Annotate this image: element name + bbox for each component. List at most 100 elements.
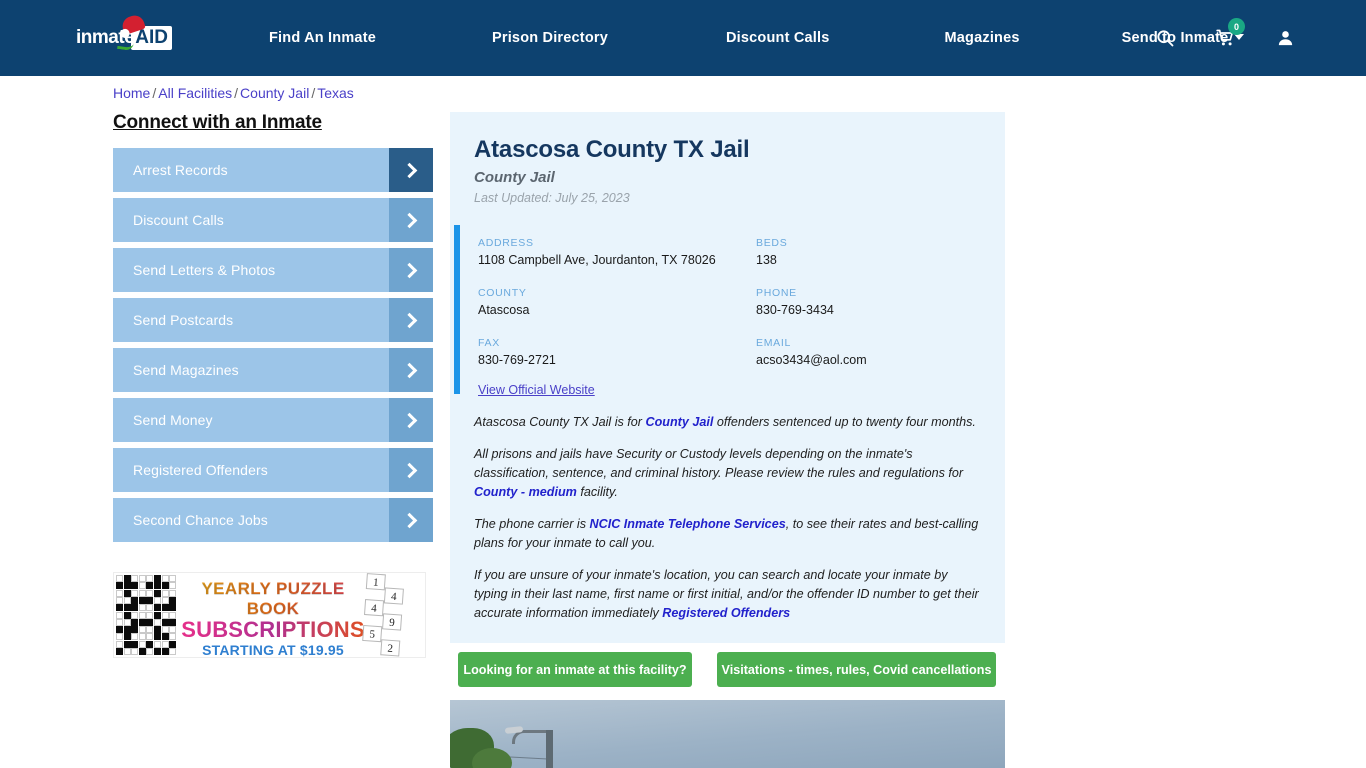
detail-value: 830-769-2721 [478,353,556,367]
description-paragraph: All prisons and jails have Security or C… [474,445,983,502]
ad-line-2: SUBSCRIPTIONS [178,617,368,643]
nav-item-prison-directory[interactable]: Prison Directory [492,30,608,46]
chevron-right-icon [389,298,433,342]
inline-link[interactable]: NCIC Inmate Telephone Services [590,517,786,531]
top-navbar: inmate AID Find An Inmate Prison Directo… [0,0,1366,76]
sidebar-item-send-postcards[interactable]: Send Postcards [113,298,433,342]
sidebar-item-discount-calls[interactable]: Discount Calls [113,198,433,242]
sidebar-item-label: Arrest Records [133,162,228,178]
nav-icon-group: 0 [1154,0,1296,76]
nav-item-magazines[interactable]: Magazines [945,30,1020,46]
breadcrumb: Home / All Facilities / County Jail / Texas [113,85,354,101]
sudoku-cell: 4 [364,599,385,617]
detail-beds: BEDS 138 [756,237,1005,267]
last-updated: Last Updated: July 25, 2023 [474,191,630,205]
chevron-right-icon [389,398,433,442]
sidebar-item-label: Send Postcards [133,312,234,328]
paragraph-text: facility. [576,485,618,499]
detail-label: FAX [478,337,500,349]
facility-type: County Jail [474,169,555,186]
detail-label: ADDRESS [478,237,534,249]
cart-count-badge: 0 [1228,18,1245,35]
ad-line-3: STARTING AT $19.95 [202,642,344,658]
chevron-right-icon [389,148,433,192]
search-icon[interactable] [1154,26,1176,50]
sudoku-grid-icon: 144952 [361,573,425,657]
detail-fax: FAX 830-769-2721 [478,337,756,367]
sidebar-item-send-magazines[interactable]: Send Magazines [113,348,433,392]
detail-county: COUNTY Atascosa [478,287,756,317]
cart-icon[interactable]: 0 [1214,18,1245,50]
lamp-pole [546,730,553,768]
detail-label: PHONE [756,287,797,299]
sidebar-title: Connect with an Inmate [113,112,322,133]
detail-value: acso3434@aol.com [756,353,867,367]
accent-bar [454,225,460,394]
sidebar-item-label: Send Letters & Photos [133,262,276,278]
inline-link[interactable]: County Jail [645,415,713,429]
breadcrumb-item-home[interactable]: Home [113,85,150,101]
sidebar-item-send-letters-photos[interactable]: Send Letters & Photos [113,248,433,292]
user-icon[interactable] [1274,26,1296,50]
paragraph-text: offenders sentenced up to twenty four mo… [713,415,976,429]
detail-phone: PHONE 830-769-3434 [756,287,1005,317]
chevron-right-icon [389,448,433,492]
breadcrumb-item-all-facilities[interactable]: All Facilities [158,85,232,101]
facility-details: ADDRESS 1108 Campbell Ave, Jourdanton, T… [450,225,1005,399]
facility-header: Atascosa County TX Jail County Jail Last… [450,112,1005,205]
nav-links: Find An Inmate Prison Directory Discount… [255,0,1245,76]
detail-label: EMAIL [756,337,792,349]
puzzle-book-ad[interactable]: YEARLY PUZZLE BOOK SUBSCRIPTIONS STARTIN… [113,572,426,658]
sidebar-item-label: Send Magazines [133,362,239,378]
sudoku-cell: 1 [365,573,386,591]
detail-value: 830-769-3434 [756,303,834,317]
detail-email: EMAIL acso3434@aol.com [756,337,1005,367]
sidebar-item-send-money[interactable]: Send Money [113,398,433,442]
tree-foliage [472,748,512,768]
sudoku-cell: 4 [383,587,404,605]
paragraph-text: The phone carrier is [474,517,590,531]
site-logo[interactable]: inmate AID [76,12,184,56]
detail-value: 1108 Campbell Ave, Jourdanton, TX 78026 [478,253,716,267]
sudoku-cell: 5 [362,624,383,643]
ad-line-1: YEARLY PUZZLE BOOK [178,579,368,619]
paragraph-text: Atascosa County TX Jail is for [474,415,646,429]
sidebar-item-registered-offenders[interactable]: Registered Offenders [113,448,433,492]
sudoku-cell: 2 [380,639,401,657]
visitations-button[interactable]: Visitations - times, rules, Covid cancel… [717,652,996,687]
description-paragraph: Atascosa County TX Jail is for County Ja… [474,413,983,432]
page-title: Atascosa County TX Jail [474,136,750,163]
facility-card: Atascosa County TX Jail County Jail Last… [450,112,1005,643]
inline-link[interactable]: County - medium [474,485,577,499]
detail-label: COUNTY [478,287,527,299]
nav-item-find-an-inmate[interactable]: Find An Inmate [269,30,376,46]
chevron-right-icon [389,348,433,392]
ad-text-block: YEARLY PUZZLE BOOK SUBSCRIPTIONS STARTIN… [178,579,368,658]
detail-value: Atascosa [478,303,530,317]
view-official-website-link[interactable]: View Official Website [478,383,595,397]
detail-label: BEDS [756,237,788,249]
chevron-right-icon [389,498,433,542]
nav-item-discount-calls[interactable]: Discount Calls [726,30,830,46]
facility-photo [450,700,1005,768]
detail-value: 138 [756,253,777,267]
breadcrumb-item-texas[interactable]: Texas [317,85,354,101]
sidebar-item-arrest-records[interactable]: Arrest Records [113,148,433,192]
inline-link[interactable]: Registered Offenders [662,606,790,620]
sidebar-item-label: Send Money [133,412,213,428]
sidebar-item-label: Registered Offenders [133,462,268,478]
detail-address: ADDRESS 1108 Campbell Ave, Jourdanton, T… [478,237,756,267]
sidebar-item-label: Second Chance Jobs [133,512,268,528]
sidebar-item-second-chance-jobs[interactable]: Second Chance Jobs [113,498,433,542]
chevron-right-icon [389,198,433,242]
facility-description: Atascosa County TX Jail is for County Ja… [450,399,1005,623]
breadcrumb-item-county-jail[interactable]: County Jail [240,85,309,101]
description-paragraph: If you are unsure of your inmate's locat… [474,566,983,623]
paragraph-text: All prisons and jails have Security or C… [474,447,964,480]
chevron-right-icon [389,248,433,292]
breadcrumb-separator: / [152,85,157,101]
sudoku-cell: 9 [382,613,403,631]
breadcrumb-separator: / [234,85,239,101]
sidebar-item-label: Discount Calls [133,212,224,228]
find-inmate-button[interactable]: Looking for an inmate at this facility? [458,652,692,687]
